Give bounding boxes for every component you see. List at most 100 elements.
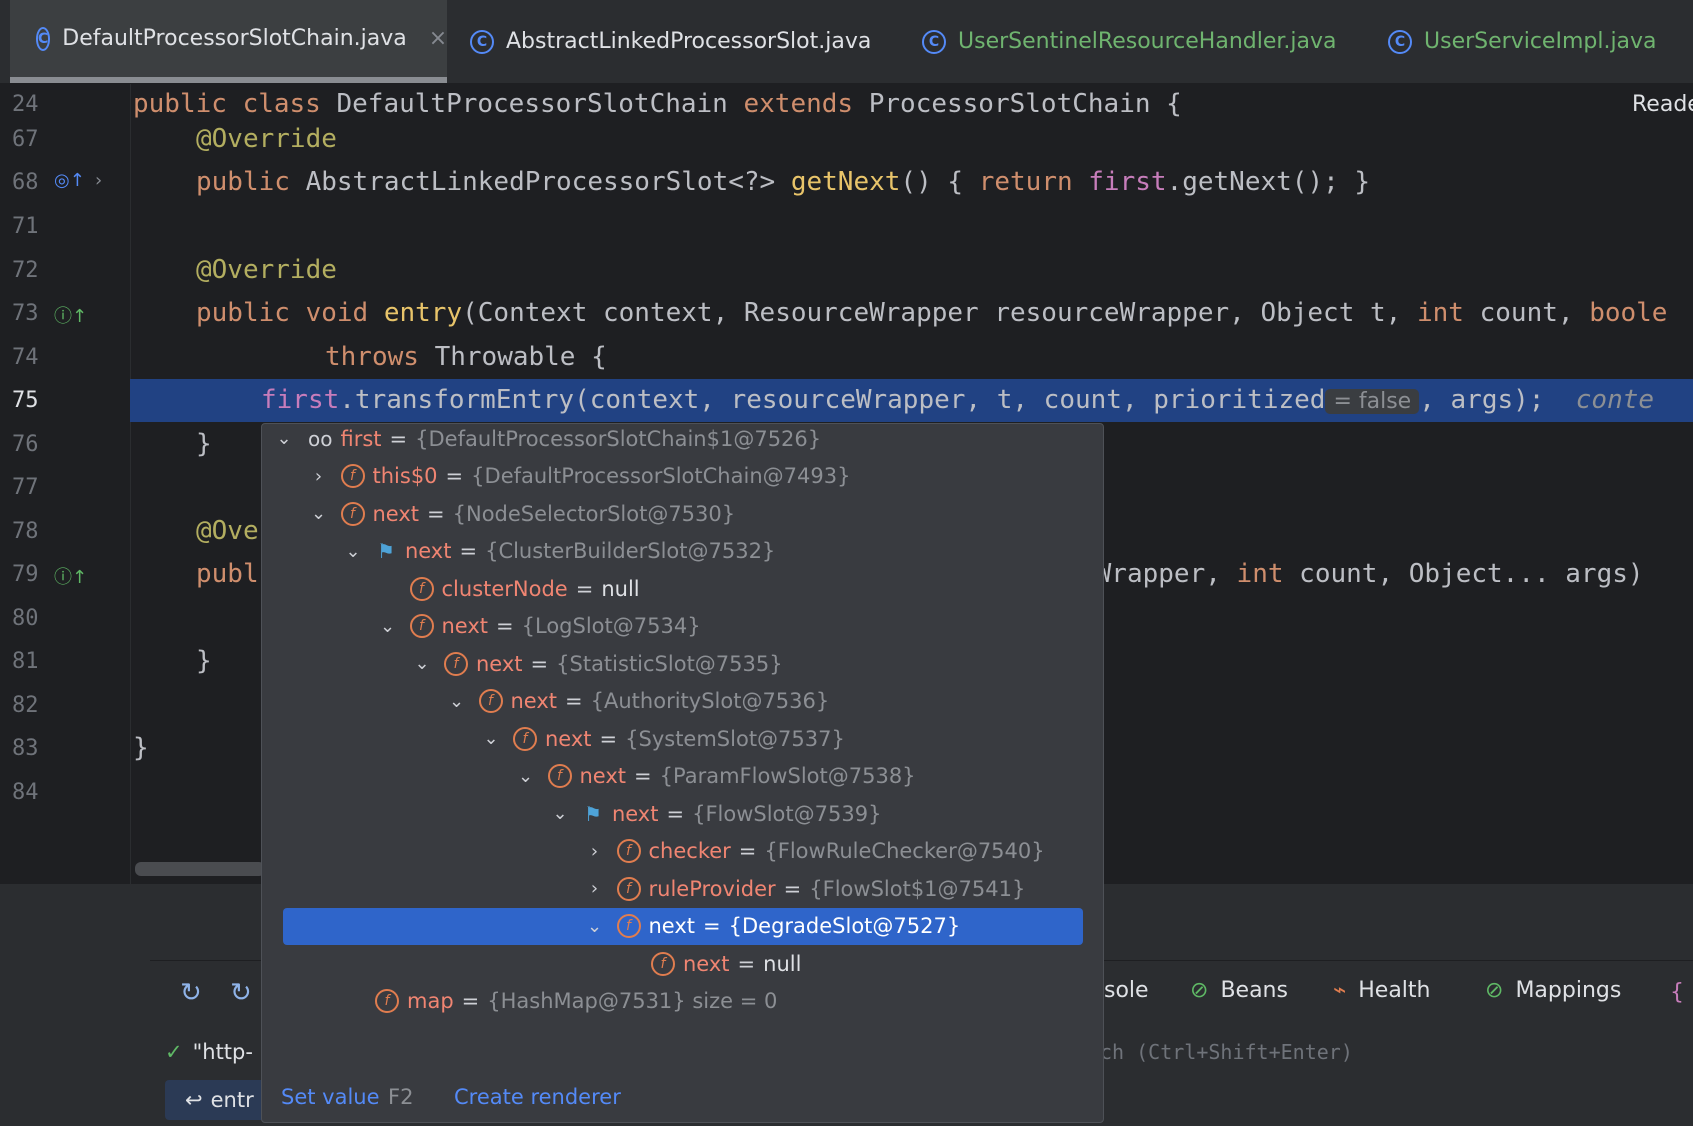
thread-frame-row[interactable]: ✓ "http-	[165, 1040, 253, 1064]
override-method-icon[interactable]: ◎↑	[54, 170, 85, 191]
horizontal-scrollbar[interactable]	[135, 862, 265, 876]
set-value-link[interactable]: Set value	[281, 1085, 380, 1109]
tree-node-row[interactable]: › f ruleProvider = {FlowSlot$1@7541}	[583, 870, 1026, 907]
chevron-right-icon[interactable]: ›	[583, 841, 607, 862]
tab-health[interactable]: ⌁ Health	[1333, 978, 1431, 1003]
tab-user-sentinel-resource-handler[interactable]: C UserSentinelResourceHandler.java	[922, 0, 1337, 83]
debug-value-popup[interactable]: ⌄ oo first = {DefaultProcessorSlotChain$1@75…	[261, 423, 1104, 1123]
chevron-down-icon[interactable]: ⌄	[410, 653, 434, 674]
tree-node-row[interactable]: ⌄ f next = {StatisticSlot@7535}	[410, 645, 783, 682]
check-icon: ✓	[165, 1040, 183, 1064]
chevron-down-icon[interactable]: ⌄	[548, 803, 572, 824]
implements-icon[interactable]: ⓘ↑	[54, 302, 87, 328]
line-number: 76	[12, 432, 39, 457]
variable-value: {NodeSelectorSlot@7530}	[452, 501, 736, 526]
variable-name: first	[340, 426, 382, 451]
tree-node-row[interactable]: › f this$0 = {DefaultProcessorSlotChain@7493…	[307, 458, 850, 495]
tab-abstract-linked-processor-slot[interactable]: C AbstractLinkedProcessorSlot.java	[470, 0, 871, 83]
chevron-down-icon[interactable]: ⌄	[272, 428, 296, 449]
code-line-75: first.transformEntry(context, resourceWr…	[261, 385, 1655, 415]
line-number: 71	[12, 214, 39, 239]
line-number: 73	[12, 301, 39, 326]
chevron-down-icon[interactable]: ⌄	[445, 691, 469, 712]
variable-name: next	[611, 801, 659, 826]
tab-label: UserServiceImpl.java	[1424, 29, 1657, 54]
restart-icon[interactable]: ↻	[230, 978, 252, 1008]
create-renderer-link[interactable]: Create renderer	[454, 1085, 621, 1109]
inline-value-hint: = false	[1325, 389, 1420, 414]
evaluate-expression-hint[interactable]: ch (Ctrl+Shift+Enter)	[1100, 1040, 1353, 1064]
chevron-down-icon[interactable]: ⌄	[341, 541, 365, 562]
chevron-down-icon[interactable]: ⌄	[376, 616, 400, 637]
tab-default-processor-slot-chain[interactable]: C DefaultProcessorSlotChain.java ×	[10, 0, 447, 83]
code-line-67: @Override	[196, 124, 337, 154]
tree-node-row[interactable]: ⌄ f next = {DegradeSlot@7527}	[283, 907, 1083, 945]
variable-value: null	[763, 951, 802, 976]
chevron-right-icon[interactable]: ›	[307, 466, 331, 487]
variable-value: null	[601, 576, 640, 601]
flag-icon: ⚑	[584, 801, 602, 826]
line-number: 83	[12, 736, 39, 761]
tree-node-row[interactable]: ⌄ f next = {AuthoritySlot@7536}	[445, 683, 829, 720]
line-number: 68	[12, 170, 39, 195]
tree-node-row[interactable]: › f checker = {FlowRuleChecker@7540}	[583, 833, 1045, 870]
tree-node-row[interactable]: ⌄ f next = {SystemSlot@7537}	[479, 720, 845, 757]
chevron-down-icon[interactable]: ⌄	[583, 916, 607, 937]
rerun-icon[interactable]: ↻	[180, 978, 202, 1008]
class-icon: C	[470, 29, 494, 54]
flag-icon: ⚑	[377, 539, 395, 563]
field-icon: f	[616, 914, 641, 938]
tree-node-row[interactable]: ⌄ oo first = {DefaultProcessorSlotChain$1@75…	[272, 420, 821, 457]
tab-user-service-impl[interactable]: C UserServiceImpl.java	[1388, 0, 1657, 83]
variable-value: {ParamFlowSlot@7538}	[659, 764, 916, 788]
code-line-68: public AbstractLinkedProcessorSlot<?> ge…	[196, 167, 1371, 197]
line-number: 72	[12, 258, 39, 283]
code-line-79-tail: eWrapper, int count, Object... args)	[1080, 559, 1644, 589]
chevron-down-icon[interactable]: ⌄	[479, 728, 503, 749]
watch-icon: oo	[308, 426, 333, 451]
code-line-79: publ	[196, 559, 259, 589]
tab-label: DefaultProcessorSlotChain.java	[62, 26, 407, 51]
equals-sign: =	[445, 464, 464, 488]
line-number: 67	[12, 127, 39, 152]
tab-beans[interactable]: ⊘ Beans	[1190, 978, 1288, 1003]
chevron-right-icon[interactable]: ›	[95, 170, 102, 191]
equals-sign: =	[459, 539, 478, 563]
equals-sign: =	[599, 726, 618, 751]
tab-mappings[interactable]: ⊘ Mappings	[1485, 978, 1621, 1003]
endpoints-icon[interactable]: {	[1670, 980, 1684, 1005]
variable-value: {LogSlot@7534}	[521, 614, 701, 638]
implements-icon[interactable]: ⓘ↑	[54, 563, 87, 589]
tree-node-row[interactable]: ⌄ f next = {ParamFlowSlot@7538}	[514, 758, 916, 795]
tree-node-row[interactable]: ⌄ f next = {NodeSelectorSlot@7530}	[307, 495, 736, 532]
variable-name: ruleProvider	[648, 876, 776, 901]
line-number: 82	[12, 693, 39, 718]
tree-node-row[interactable]: f clusterNode = null	[376, 570, 640, 607]
chevron-down-icon[interactable]: ⌄	[307, 503, 331, 524]
variable-value: {DefaultProcessorSlotChain$1@7526}	[415, 426, 822, 451]
line-number: 74	[12, 345, 39, 370]
tree-node-row[interactable]: ⌄ f next = {LogSlot@7534}	[376, 608, 701, 645]
variable-name: next	[579, 764, 627, 788]
tree-node-row[interactable]: f map = {HashMap@7531} size = 0	[341, 983, 777, 1020]
field-icon: f	[547, 764, 572, 788]
equals-sign: =	[427, 501, 445, 526]
tree-node-row[interactable]: ⌄ ⚑ next = {FlowSlot@7539}	[548, 795, 881, 832]
mappings-icon: ⊘	[1485, 978, 1504, 1003]
tree-node-row[interactable]: ⌄ ⚑ next = {ClusterBuilderSlot@7532}	[341, 533, 775, 570]
close-icon[interactable]: ×	[429, 26, 447, 51]
chevron-right-icon[interactable]: ›	[583, 878, 607, 899]
chevron-down-icon[interactable]: ⌄	[514, 766, 538, 787]
tree-node-row[interactable]: f next = null	[617, 945, 801, 982]
line-number: 80	[12, 606, 39, 631]
equals-sign: =	[703, 914, 721, 938]
field-icon: f	[513, 726, 537, 751]
variable-value: {StatisticSlot@7535}	[556, 651, 783, 676]
variable-name: next	[683, 951, 730, 976]
tab-console[interactable]: sole	[1104, 978, 1149, 1003]
field-icon: f	[616, 876, 641, 901]
code-line-76: }	[196, 429, 212, 459]
reader-mode-toggle[interactable]: Reade	[1632, 92, 1693, 117]
stack-frame-entry[interactable]: ↩ entr	[165, 1080, 265, 1120]
variable-value: {FlowSlot$1@7541}	[809, 876, 1026, 901]
